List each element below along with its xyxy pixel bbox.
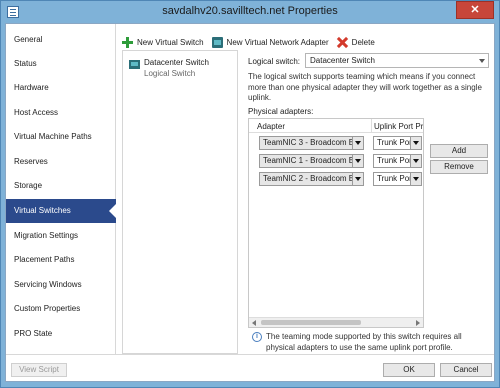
nav-item-storage[interactable]: Storage bbox=[6, 174, 116, 198]
remove-adapter-button[interactable]: Remove bbox=[430, 160, 488, 174]
network-adapter-icon bbox=[211, 36, 223, 48]
chevron-down-icon[interactable] bbox=[410, 173, 421, 185]
ok-button[interactable]: OK bbox=[383, 363, 435, 377]
new-virtual-switch-label: New Virtual Switch bbox=[137, 37, 204, 47]
column-divider[interactable] bbox=[371, 119, 372, 133]
properties-window: savdalhv20.savilltech.net Properties ✕ G… bbox=[0, 0, 500, 388]
table-row: TeamNIC 1 - Broadcom B Trunk Port bbox=[249, 153, 423, 169]
adapter-value: TeamNIC 1 - Broadcom B bbox=[263, 156, 355, 165]
uplink-value: Trunk Port bbox=[377, 138, 415, 147]
new-virtual-network-adapter-label: New Virtual Network Adapter bbox=[226, 37, 329, 47]
uplink-port-profile-select[interactable]: Trunk Port bbox=[373, 154, 422, 168]
footer-divider bbox=[6, 354, 494, 355]
title-bar[interactable]: savdalhv20.savilltech.net Properties ✕ bbox=[1, 1, 499, 23]
physical-adapters-grid: Adapter Uplink Port Prof TeamNIC 3 - Bro… bbox=[248, 118, 424, 328]
nav-item-placement-paths[interactable]: Placement Paths bbox=[6, 248, 116, 272]
nav-item-servicing-windows[interactable]: Servicing Windows bbox=[6, 273, 116, 297]
dialog-client-area: General Status Hardware Host Access Virt… bbox=[5, 23, 495, 382]
chevron-down-icon[interactable] bbox=[352, 173, 363, 185]
horizontal-scrollbar[interactable] bbox=[249, 317, 423, 327]
window-title: savdalhv20.savilltech.net Properties bbox=[162, 5, 338, 17]
uplink-value: Trunk Port bbox=[377, 174, 415, 183]
scroll-left-icon[interactable] bbox=[252, 320, 256, 326]
column-header-uplink-port-profile[interactable]: Uplink Port Prof bbox=[374, 122, 423, 131]
virtual-switch-list: Datacenter Switch Logical Switch bbox=[122, 50, 238, 354]
chevron-down-icon[interactable] bbox=[410, 155, 421, 167]
adapter-value: TeamNIC 3 - Broadcom B bbox=[263, 138, 355, 147]
nav-item-hardware[interactable]: Hardware bbox=[6, 76, 116, 100]
teaming-description: The logical switch supports teaming whic… bbox=[248, 72, 482, 102]
logical-switch-label: Logical switch: bbox=[248, 57, 301, 66]
nav-item-migration-settings[interactable]: Migration Settings bbox=[6, 224, 116, 248]
nav-item-pro-state[interactable]: PRO State bbox=[6, 322, 116, 346]
physical-adapters-label: Physical adapters: bbox=[248, 107, 314, 116]
cancel-button[interactable]: Cancel bbox=[440, 363, 492, 377]
new-virtual-network-adapter-button[interactable]: New Virtual Network Adapter bbox=[211, 36, 329, 48]
nav-item-virtual-switches[interactable]: Virtual Switches bbox=[6, 199, 117, 223]
info-icon: i bbox=[252, 332, 262, 342]
nav-item-host-access[interactable]: Host Access bbox=[6, 101, 116, 125]
logical-switch-icon bbox=[129, 60, 140, 69]
logical-switch-select[interactable]: Datacenter Switch bbox=[305, 53, 489, 68]
column-header-adapter[interactable]: Adapter bbox=[257, 122, 357, 131]
uplink-value: Trunk Port bbox=[377, 156, 415, 165]
nav-item-virtual-machine-paths[interactable]: Virtual Machine Paths bbox=[6, 125, 116, 149]
switch-toolbar: New Virtual Switch New Virtual Network A… bbox=[122, 34, 383, 50]
adapter-select[interactable]: TeamNIC 2 - Broadcom B bbox=[259, 172, 364, 186]
switch-type: Logical Switch bbox=[144, 69, 196, 78]
scroll-right-icon[interactable] bbox=[416, 320, 420, 326]
scroll-thumb[interactable] bbox=[261, 320, 361, 325]
close-button[interactable]: ✕ bbox=[456, 1, 494, 19]
delete-button[interactable]: Delete bbox=[337, 37, 375, 48]
plus-icon bbox=[122, 36, 133, 48]
uplink-port-profile-select[interactable]: Trunk Port bbox=[373, 172, 422, 186]
uplink-port-profile-select[interactable]: Trunk Port bbox=[373, 136, 422, 150]
switch-details-panel: Logical switch: Datacenter Switch The lo… bbox=[246, 50, 492, 354]
chevron-down-icon bbox=[479, 59, 485, 63]
grid-header: Adapter Uplink Port Prof bbox=[249, 119, 423, 133]
nav-item-custom-properties[interactable]: Custom Properties bbox=[6, 297, 116, 321]
chevron-down-icon[interactable] bbox=[352, 155, 363, 167]
adapter-select[interactable]: TeamNIC 1 - Broadcom B bbox=[259, 154, 364, 168]
list-item[interactable]: Datacenter Switch Logical Switch bbox=[129, 57, 233, 81]
delete-icon bbox=[337, 37, 348, 48]
add-adapter-button[interactable]: Add bbox=[430, 144, 488, 158]
nav-item-general[interactable]: General bbox=[6, 28, 116, 52]
new-virtual-switch-button[interactable]: New Virtual Switch bbox=[122, 36, 204, 48]
switch-name: Datacenter Switch bbox=[144, 58, 209, 67]
teaming-info-text: The teaming mode supported by this switc… bbox=[266, 332, 462, 352]
properties-nav: General Status Hardware Host Access Virt… bbox=[6, 24, 117, 354]
chevron-down-icon[interactable] bbox=[352, 137, 363, 149]
table-row: TeamNIC 2 - Broadcom B Trunk Port bbox=[249, 171, 423, 187]
view-script-button[interactable]: View Script bbox=[11, 363, 67, 377]
adapter-select[interactable]: TeamNIC 3 - Broadcom B bbox=[259, 136, 364, 150]
nav-item-status[interactable]: Status bbox=[6, 52, 116, 76]
delete-label: Delete bbox=[351, 37, 375, 47]
table-row: TeamNIC 3 - Broadcom B Trunk Port bbox=[249, 135, 423, 151]
adapter-value: TeamNIC 2 - Broadcom B bbox=[263, 174, 355, 183]
chevron-down-icon[interactable] bbox=[410, 137, 421, 149]
logical-switch-value: Datacenter Switch bbox=[310, 56, 375, 65]
nav-item-reserves[interactable]: Reserves bbox=[6, 150, 116, 174]
